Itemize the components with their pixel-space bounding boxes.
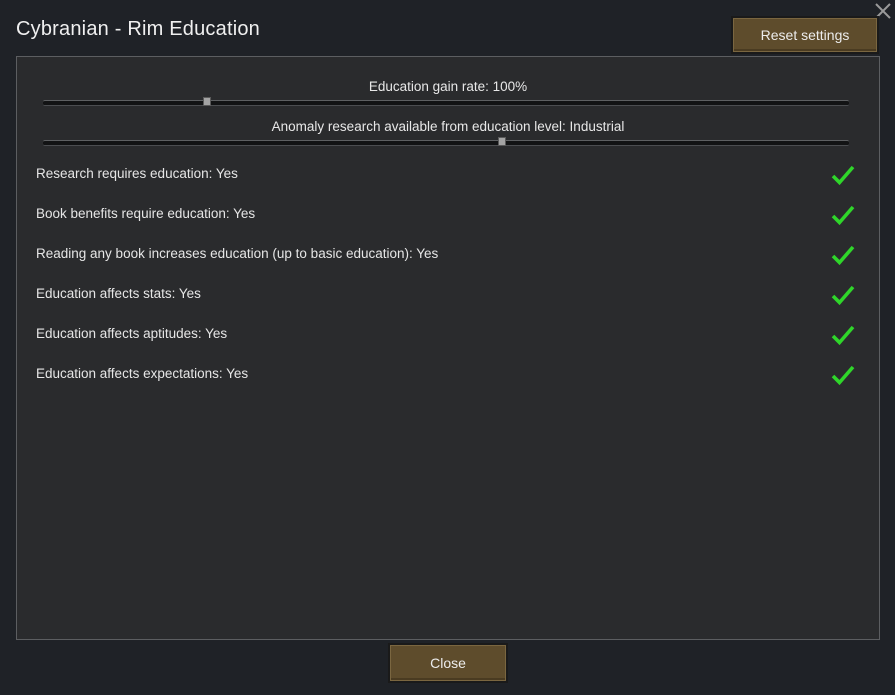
- education-gain-rate-label: Education gain rate: 100%: [368, 79, 528, 94]
- setting-education-affects-stats[interactable]: Education affects stats: Yes: [17, 281, 879, 311]
- anomaly-research-level-slider[interactable]: [43, 137, 849, 146]
- education-gain-rate-slider[interactable]: [43, 97, 849, 106]
- setting-label: Education affects stats: Yes: [36, 286, 201, 301]
- setting-education-affects-expectations[interactable]: Education affects expectations: Yes: [17, 361, 879, 391]
- setting-reading-book-increases-education[interactable]: Reading any book increases education (up…: [17, 241, 879, 271]
- setting-label: Education affects expectations: Yes: [36, 366, 249, 381]
- slider-handle[interactable]: [203, 97, 211, 106]
- settings-window: Cybranian - Rim Education Reset settings…: [0, 0, 895, 695]
- reset-settings-button[interactable]: Reset settings: [731, 16, 879, 54]
- checkmark-icon[interactable]: [831, 203, 855, 227]
- window-title: Cybranian - Rim Education: [16, 18, 260, 40]
- checkmark-icon[interactable]: [831, 163, 855, 187]
- checkmark-icon[interactable]: [831, 283, 855, 307]
- setting-label: Reading any book increases education (up…: [36, 246, 439, 261]
- setting-label: Education affects aptitudes: Yes: [36, 326, 228, 341]
- setting-research-requires-education[interactable]: Research requires education: Yes: [17, 161, 879, 191]
- setting-book-benefits-require-education[interactable]: Book benefits require education: Yes: [17, 201, 879, 231]
- checkmark-icon[interactable]: [831, 363, 855, 387]
- checkmark-icon[interactable]: [831, 323, 855, 347]
- checkmark-icon[interactable]: [831, 243, 855, 267]
- setting-label: Book benefits require education: Yes: [36, 206, 256, 221]
- setting-education-affects-aptitudes[interactable]: Education affects aptitudes: Yes: [17, 321, 879, 351]
- setting-label: Research requires education: Yes: [36, 166, 238, 181]
- settings-panel: Education gain rate: 100% Anomaly resear…: [16, 56, 880, 640]
- slider-handle[interactable]: [498, 137, 506, 146]
- anomaly-research-level-label: Anomaly research available from educatio…: [271, 119, 625, 134]
- close-button[interactable]: Close: [388, 643, 508, 683]
